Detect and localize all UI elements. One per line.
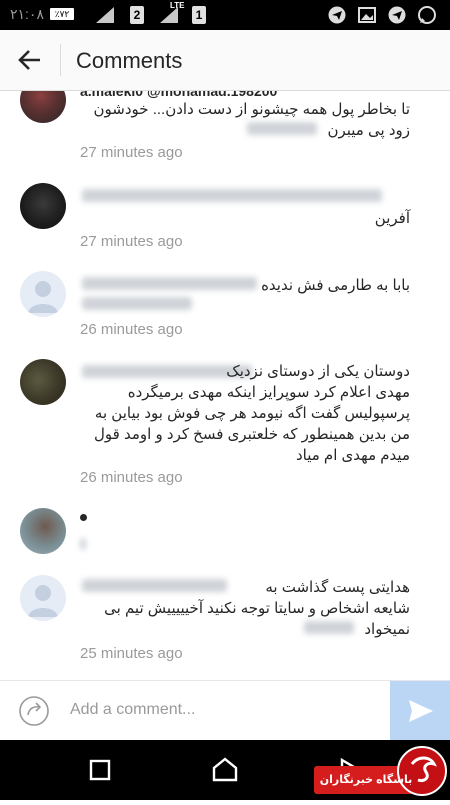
- send-button[interactable]: [390, 681, 450, 741]
- avatar[interactable]: [20, 508, 66, 554]
- blurred-username: [82, 189, 382, 202]
- avatar[interactable]: [20, 271, 66, 317]
- comment-text-line: هدایتی پست گذاشت به: [265, 579, 410, 596]
- blurred-mention: [304, 621, 355, 634]
- gallery-icon: [358, 7, 376, 23]
- comment-text-line: زود پی میبرن: [80, 120, 410, 141]
- comment-fragment: [80, 514, 87, 521]
- comment-text-line: شایعه اشخاص و سایتا توجه نکنید آخیییییش …: [104, 600, 410, 617]
- avatar[interactable]: [20, 575, 66, 621]
- comment-text-line: میدم مهدی ام میاد: [295, 447, 410, 464]
- comment-time: 27 minutes ago: [80, 233, 183, 250]
- default-avatar-icon: [28, 281, 58, 313]
- blurred-mention: [247, 122, 318, 135]
- comment-composer: Add a comment...: [0, 680, 450, 741]
- telegram-icon: [328, 6, 346, 24]
- comment-text: آفرین: [374, 210, 410, 227]
- signal-icon: [96, 7, 114, 23]
- arrow-left-icon[interactable]: [16, 46, 44, 74]
- send-icon: [409, 700, 433, 722]
- reply-icon[interactable]: [18, 695, 50, 727]
- page-title: Comments: [76, 48, 183, 73]
- default-avatar-icon: [28, 585, 58, 617]
- lte-label: LTE: [170, 1, 185, 10]
- watermark-text: باشگاه خبرنگاران: [319, 774, 413, 786]
- comment-text: بابا به طارمی فش ندیده: [261, 277, 410, 294]
- avatar[interactable]: [20, 91, 66, 123]
- comment-text-line: من بدین همینطور که خلعتبری فسخ کرد و اوم…: [94, 426, 410, 443]
- battery-icon: ٪۷۲: [50, 8, 74, 20]
- comment-text-line: دوستان یکی از دوستای نزدیک: [226, 363, 410, 380]
- comment-time: 26 minutes ago: [80, 321, 183, 338]
- avatar[interactable]: [20, 359, 66, 405]
- comment-input[interactable]: Add a comment...: [70, 701, 195, 719]
- sim-2-icon: 2: [130, 6, 144, 24]
- comment-text-line: نمیخواد: [80, 619, 410, 640]
- watermark-logo: باشگاه خبرنگاران: [314, 742, 450, 800]
- status-time: ۲۱:۰۸: [10, 6, 44, 22]
- comment-text-line: پرسپولیس گفت اگه نیومد هر چی فوش بود بیا…: [94, 405, 410, 422]
- comment-time: 26 minutes ago: [80, 469, 183, 486]
- app-bar: Comments: [0, 30, 450, 91]
- status-bar: ۲۱:۰۸ ٪۷۲ 2 LTE 1: [0, 0, 450, 30]
- comment-fragment: [80, 538, 86, 550]
- telegram-icon-2: [388, 6, 406, 24]
- appbar-divider: [60, 44, 61, 76]
- watermark-badge-icon: [314, 746, 447, 796]
- comment-list[interactable]: a.maleki0 @mohamad.198200 تا بخاطر پول ه…: [0, 91, 450, 680]
- comment-text-line: مهدی اعلام کرد سوپرایز اینکه مهدی برمیگر…: [127, 384, 410, 401]
- comment-time: 25 minutes ago: [80, 645, 183, 662]
- comment-text-line: تا بخاطر پول همه چیشونو از دست دادن... خ…: [93, 101, 411, 118]
- home-icon[interactable]: [211, 756, 239, 784]
- square-icon[interactable]: [86, 756, 114, 784]
- sim-1-icon: 1: [192, 6, 206, 24]
- whatsapp-icon: [418, 6, 436, 24]
- comment-time: 27 minutes ago: [80, 144, 183, 161]
- comment-username[interactable]: a.maleki0 @mohamad.198200: [80, 91, 277, 99]
- blurred-username: [82, 579, 227, 592]
- blurred-username: [82, 297, 192, 310]
- avatar[interactable]: [20, 183, 66, 229]
